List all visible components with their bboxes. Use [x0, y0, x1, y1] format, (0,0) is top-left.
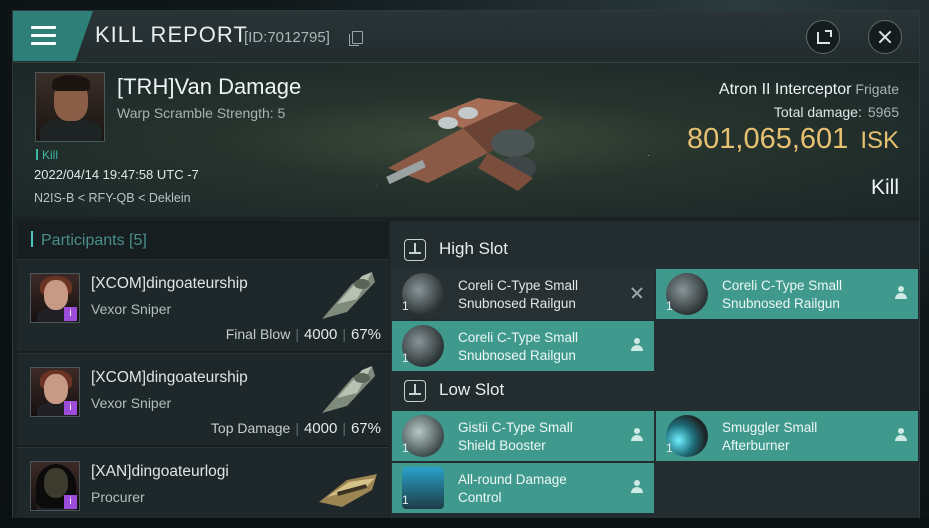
kill-datetime: 2022/04/14 19:47:58 UTC -7 — [34, 167, 199, 182]
module-item[interactable]: 1 Coreli C-Type Small Snubnosed Railgun — [656, 269, 918, 319]
dropped-person-icon — [894, 286, 908, 300]
page-title: KILL REPORT — [95, 22, 248, 47]
victim-name[interactable]: [TRH]Van Damage — [117, 74, 301, 100]
report-id: [ID:7012795] — [244, 29, 330, 46]
info-badge-icon[interactable]: i — [64, 307, 77, 321]
participant-ship-image — [322, 272, 375, 319]
participant-ship-image — [322, 366, 375, 413]
hamburger-icon — [31, 26, 56, 29]
kill-location[interactable]: N2IS-B < RFY-QB < Deklein — [34, 191, 191, 205]
copy-icon[interactable] — [349, 31, 363, 46]
close-button[interactable] — [868, 20, 902, 54]
victim-ship-name[interactable]: Atron II Interceptor Frigate — [719, 81, 899, 99]
victim-portrait[interactable] — [35, 72, 105, 142]
kill-tag: Kill — [36, 148, 58, 162]
bottom-toolbar — [0, 518, 929, 528]
participant-row[interactable]: i [XAN]dingoateurlogi Procurer — [17, 447, 389, 527]
participant-ship: Vexor Sniper — [91, 395, 172, 411]
victim-ship-image[interactable] — [368, 73, 558, 198]
participant-ship: Vexor Sniper — [91, 301, 172, 317]
header-bar: KILL REPORT [ID:7012795] — [13, 11, 919, 63]
participant-row[interactable]: i [XCOM]dingoateurship Vexor Sniper Top … — [17, 353, 389, 445]
participant-ship: Procurer — [91, 489, 145, 505]
dropped-person-icon — [630, 428, 644, 442]
module-item[interactable]: 1 Gistii C-Type Small Shield Booster — [392, 411, 654, 461]
destroyed-icon — [630, 286, 644, 300]
participants-panel: Participants [5] i [XCOM]dingoateurship … — [17, 221, 389, 527]
participant-name: [XCOM]dingoateurship — [91, 275, 248, 292]
total-damage: Total damage: 5965 — [773, 104, 899, 120]
info-badge-icon[interactable]: i — [64, 401, 77, 415]
victim-section: [TRH]Van Damage Warp Scramble Strength: … — [13, 63, 919, 217]
menu-button[interactable] — [13, 11, 93, 61]
module-item[interactable]: 1 All-round Damage Control — [392, 463, 654, 513]
participant-stats: Top Damage | 4000 | 67% — [210, 420, 381, 437]
module-item[interactable]: 1 Smuggler Small Afterburner — [656, 411, 918, 461]
dropped-person-icon — [894, 428, 908, 442]
warp-scramble-strength: Warp Scramble Strength: 5 — [117, 105, 286, 121]
share-button[interactable] — [806, 20, 840, 54]
participant-row[interactable]: i [XCOM]dingoateurship Vexor Sniper Fina… — [17, 259, 389, 351]
participant-name: [XCOM]dingoateurship — [91, 369, 248, 386]
module-item[interactable]: 1 Coreli C-Type Small Snubnosed Railgun — [392, 269, 654, 319]
dropped-person-icon — [630, 338, 644, 352]
participant-stats: Final Blow | 4000 | 67% — [225, 326, 381, 343]
participant-ship-image — [319, 474, 377, 507]
dropped-person-icon — [630, 480, 644, 494]
info-badge-icon[interactable]: i — [64, 495, 77, 509]
kill-report-panel: KILL REPORT [ID:7012795] [TRH]Van Damage… — [12, 10, 920, 528]
participant-name: [XAN]dingoateurlogi — [91, 463, 229, 480]
fitting-panel: High Slot 1 Coreli C-Type Small Snubnose… — [390, 221, 919, 527]
kill-result: Kill — [870, 176, 899, 199]
isk-value: 801,065,601 ISK — [687, 123, 899, 155]
module-item[interactable]: 1 Coreli C-Type Small Snubnosed Railgun — [392, 321, 654, 371]
high-slot-icon — [404, 239, 426, 261]
participants-title: Participants [5] — [31, 231, 147, 250]
low-slot-icon — [404, 380, 426, 402]
